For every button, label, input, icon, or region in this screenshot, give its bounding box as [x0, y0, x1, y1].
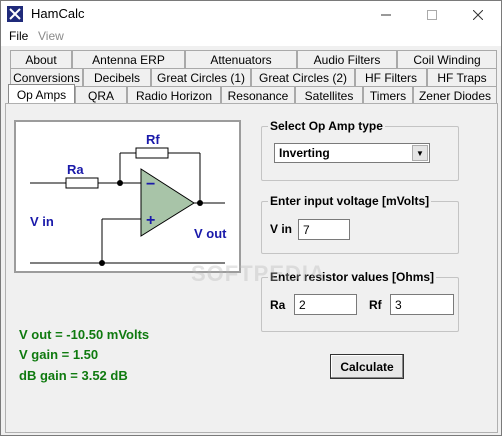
softpedia-watermark: SOFTPEDIA: [191, 261, 326, 286]
vout-result: V out = -10.50 mVolts: [19, 327, 150, 342]
rf-label: Rf: [146, 132, 160, 147]
calculate-button[interactable]: Calculate: [330, 354, 404, 379]
tab-audio-filters[interactable]: Audio Filters: [297, 50, 397, 68]
junction-dot-output: [197, 200, 203, 206]
ra-label: Ra: [67, 162, 84, 177]
vin-field-label: V in: [270, 222, 293, 236]
op-amp-type-select[interactable]: Inverting ▼: [274, 143, 430, 163]
menu-view[interactable]: View: [38, 29, 64, 43]
vgain-result: V gain = 1.50: [19, 347, 99, 362]
hamcalc-app-icon: [7, 6, 23, 22]
chevron-down-icon[interactable]: ▼: [412, 145, 428, 161]
maximize-button[interactable]: [409, 1, 455, 28]
rf-input[interactable]: [390, 294, 454, 315]
tab-radio-horizon[interactable]: Radio Horizon: [127, 86, 221, 104]
op-amp-type-label: Select Op Amp type: [268, 119, 385, 133]
op-amp-type-value: Inverting: [279, 146, 330, 160]
tab-decibels[interactable]: Decibels: [83, 68, 151, 86]
tab-attenuators[interactable]: Attenuators: [185, 50, 297, 68]
input-voltage-label: Enter input voltage [mVolts]: [268, 194, 432, 208]
close-button[interactable]: [455, 1, 501, 28]
tab-zener-diodes[interactable]: Zener Diodes: [413, 86, 497, 104]
junction-dot-ground: [99, 260, 105, 266]
tab-great-circles-1[interactable]: Great Circles (1): [151, 68, 251, 86]
rf-field-label: Rf: [369, 298, 382, 312]
resistor-rf-symbol: [135, 147, 169, 159]
plus-sign: +: [146, 212, 155, 229]
tab-great-circles-2[interactable]: Great Circles (2): [251, 68, 355, 86]
minimize-icon: [381, 14, 391, 15]
tab-op-amps[interactable]: Op Amps: [8, 84, 75, 104]
tab-resonance[interactable]: Resonance: [221, 86, 295, 104]
minus-sign: −: [146, 176, 155, 193]
window-title: HamCalc: [31, 6, 85, 21]
tab-hf-traps[interactable]: HF Traps: [427, 68, 497, 86]
ra-input[interactable]: [294, 294, 357, 315]
tab-timers[interactable]: Timers: [363, 86, 413, 104]
tab-satellites[interactable]: Satellites: [295, 86, 363, 104]
vin-input[interactable]: [298, 219, 350, 240]
tab-qra[interactable]: QRA: [75, 86, 127, 104]
op-amp-schematic: Rf Ra − + V in V out: [14, 120, 241, 273]
dbgain-result: dB gain = 3.52 dB: [19, 368, 128, 383]
tab-about[interactable]: About: [10, 50, 72, 68]
tab-coil-winding[interactable]: Coil Winding: [397, 50, 497, 68]
menu-bar: File View: [1, 28, 501, 46]
tab-hf-filters[interactable]: HF Filters: [355, 68, 427, 86]
resistor-ra-symbol: [65, 177, 99, 189]
minimize-button[interactable]: [363, 1, 409, 28]
menu-file[interactable]: File: [9, 29, 28, 43]
title-bar: HamCalc: [1, 1, 501, 28]
maximize-icon: [427, 9, 437, 20]
app-window: HamCalc File View About Antenna ERP Atte…: [0, 0, 502, 436]
junction-dot-input: [117, 180, 123, 186]
tab-antenna-erp[interactable]: Antenna ERP: [72, 50, 185, 68]
vin-label: V in: [30, 214, 54, 229]
close-icon: [473, 9, 483, 20]
ra-field-label: Ra: [270, 298, 286, 312]
inverting-amplifier-diagram: Rf Ra − + V in V out: [30, 132, 227, 266]
vout-label: V out: [194, 226, 227, 241]
